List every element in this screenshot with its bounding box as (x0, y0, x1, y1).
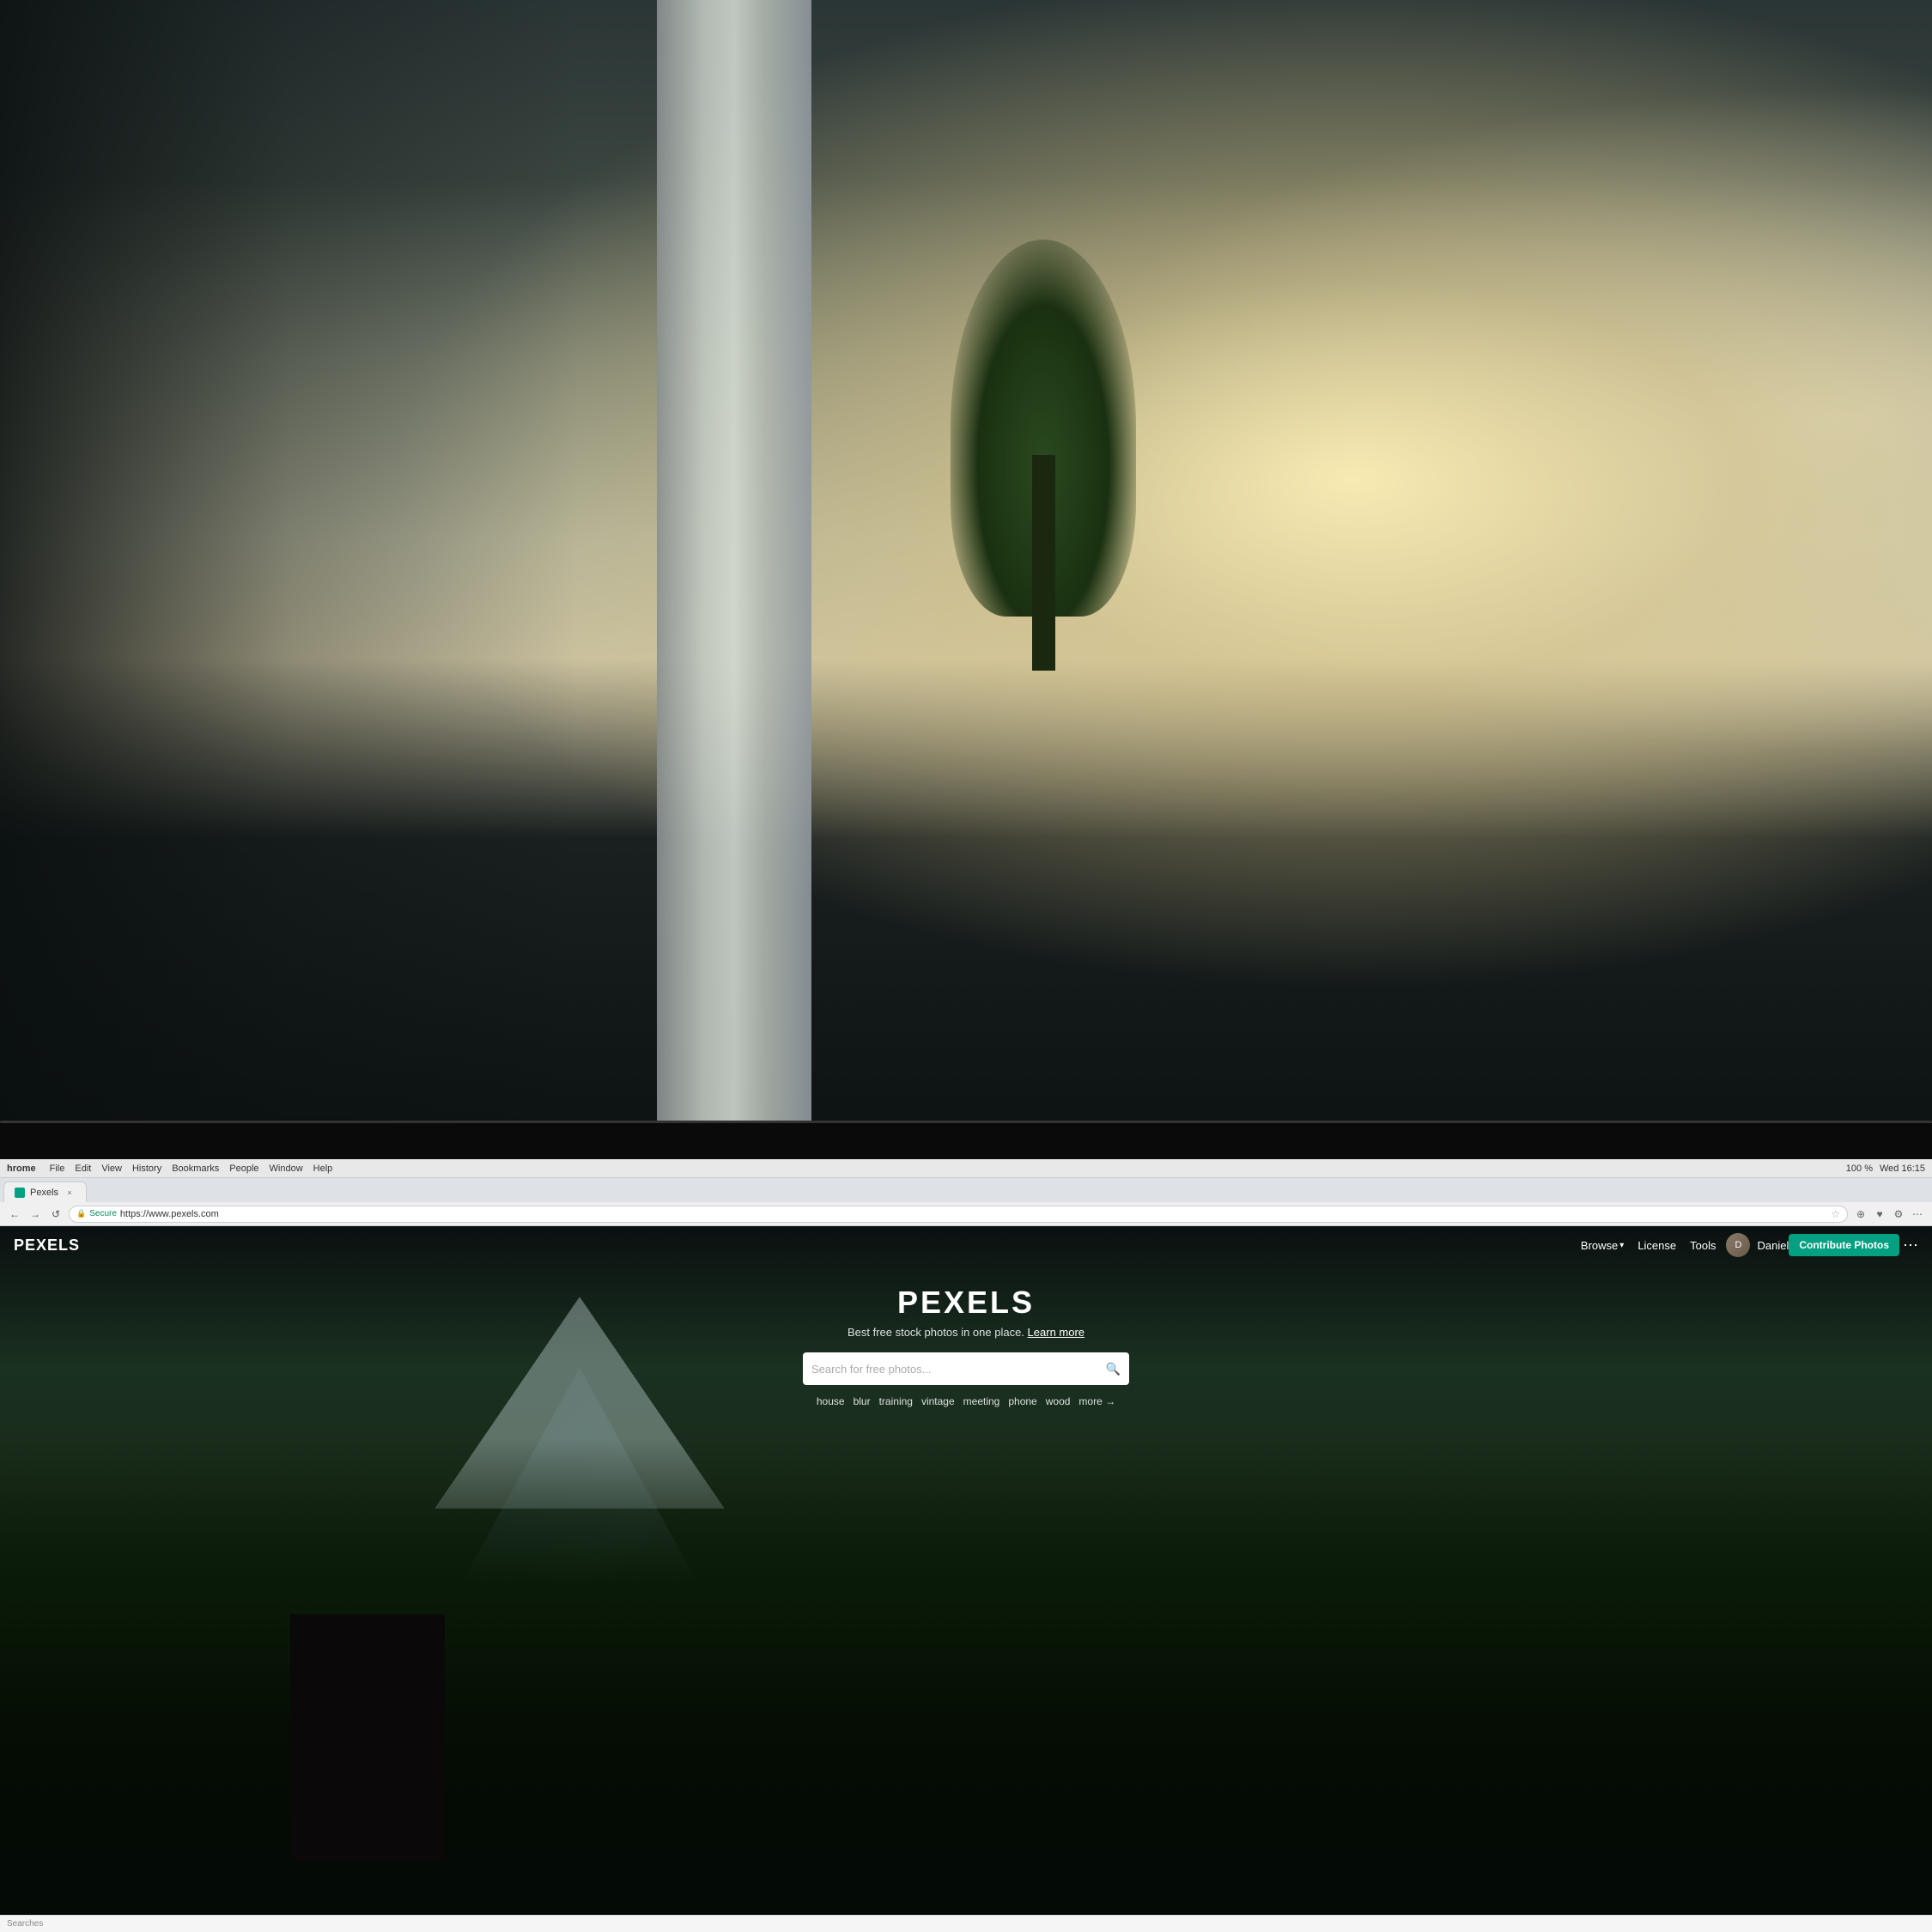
site-title: PEXELS (897, 1285, 1035, 1321)
bottom-status-bar: Searches (0, 1915, 1932, 1932)
extension-icon-1[interactable]: ⊕ (1853, 1206, 1868, 1222)
bookmark-star-icon[interactable]: ☆ (1831, 1208, 1840, 1220)
suggestion-training[interactable]: training (879, 1395, 913, 1407)
menu-window[interactable]: Window (270, 1163, 303, 1174)
tagline-text: Best free stock photos in one place. (848, 1326, 1024, 1339)
avatar-initials: D (1735, 1240, 1742, 1250)
nav-links: Browse ▾ License Tools (1581, 1239, 1716, 1252)
time-display: Wed 16:15 (1880, 1163, 1925, 1174)
site-tagline: Best free stock photos in one place. Lea… (848, 1326, 1084, 1339)
background-photo (0, 0, 1932, 1198)
browser-window: hrome File Edit View History Bookmarks P… (0, 1159, 1932, 1932)
refresh-button[interactable]: ↺ (48, 1206, 64, 1222)
search-icon[interactable]: 🔍 (1106, 1362, 1121, 1376)
person-silhouette (290, 1614, 445, 1862)
menu-history[interactable]: History (132, 1163, 161, 1174)
app-name: hrome (7, 1163, 36, 1174)
menu-help[interactable]: Help (313, 1163, 333, 1174)
tab-close-button[interactable]: × (64, 1187, 76, 1199)
office-pillar (657, 0, 811, 1198)
search-placeholder-text: Search for free photos... (811, 1363, 1099, 1376)
more-menu-icon[interactable]: ⋯ (1903, 1236, 1918, 1255)
menu-edit[interactable]: Edit (75, 1163, 91, 1174)
secure-label: Secure (89, 1209, 117, 1218)
suggestion-phone[interactable]: phone (1008, 1395, 1036, 1407)
back-button[interactable]: ← (7, 1206, 22, 1222)
menu-people[interactable]: People (229, 1163, 258, 1174)
nav-tools-link[interactable]: Tools (1690, 1239, 1716, 1252)
menu-view[interactable]: View (101, 1163, 122, 1174)
office-plant (927, 240, 1159, 779)
toolbar-icons: ⊕ ♥ ⚙ ⋯ (1853, 1206, 1925, 1222)
suggestion-wood[interactable]: wood (1046, 1395, 1071, 1407)
url-text: https://www.pexels.com (120, 1209, 219, 1219)
lock-icon: 🔒 (76, 1209, 86, 1218)
tab-title: Pexels (30, 1188, 58, 1198)
pexels-website: PEXELS Browse ▾ License Tools D Daniel C… (0, 1226, 1932, 1932)
search-bar[interactable]: Search for free photos... 🔍 (803, 1352, 1129, 1385)
forward-button[interactable]: → (27, 1206, 43, 1222)
suggestion-blur[interactable]: blur (854, 1395, 871, 1407)
nav-user-section: D Daniel (1726, 1233, 1789, 1257)
chrome-menu-bar: hrome File Edit View History Bookmarks P… (0, 1159, 1932, 1178)
suggestion-vintage[interactable]: vintage (921, 1395, 955, 1407)
hero-content: PEXELS Best free stock photos in one pla… (0, 1264, 1932, 1407)
nav-browse-link[interactable]: Browse ▾ (1581, 1239, 1624, 1252)
battery-status: 100 % (1846, 1163, 1873, 1174)
suggestion-house[interactable]: house (817, 1395, 845, 1407)
searches-label: Searches (7, 1919, 43, 1929)
pexels-logo[interactable]: PEXELS (14, 1236, 80, 1255)
search-suggestions: house blur training vintage meeting phon… (817, 1395, 1115, 1407)
status-bar-right: 100 % Wed 16:15 (1846, 1163, 1925, 1174)
extension-icon-3[interactable]: ⚙ (1891, 1206, 1906, 1222)
extension-icon-2[interactable]: ♥ (1872, 1206, 1887, 1222)
browse-chevron-icon: ▾ (1619, 1241, 1624, 1250)
learn-more-link[interactable]: Learn more (1028, 1326, 1084, 1339)
tab-favicon (15, 1188, 25, 1198)
pexels-navbar: PEXELS Browse ▾ License Tools D Daniel C… (0, 1226, 1932, 1264)
suggestion-more[interactable]: more → (1078, 1395, 1115, 1407)
plant-stem (1032, 455, 1055, 671)
browser-tab[interactable]: Pexels × (3, 1182, 87, 1202)
contribute-photos-button[interactable]: Contribute Photos (1789, 1234, 1899, 1256)
user-name-label[interactable]: Daniel (1757, 1239, 1789, 1252)
nav-license-link[interactable]: License (1637, 1239, 1676, 1252)
user-avatar[interactable]: D (1726, 1233, 1750, 1257)
url-bar[interactable]: 🔒 Secure https://www.pexels.com ☆ (69, 1206, 1848, 1223)
menu-items-container: File Edit View History Bookmarks People … (50, 1163, 1846, 1174)
menu-bookmarks[interactable]: Bookmarks (172, 1163, 219, 1174)
tab-bar: Pexels × (0, 1178, 1932, 1202)
overflow-menu-icon[interactable]: ⋯ (1910, 1206, 1925, 1222)
browse-label: Browse (1581, 1239, 1618, 1252)
address-bar: ← → ↺ 🔒 Secure https://www.pexels.com ☆ … (0, 1202, 1932, 1226)
suggestion-meeting[interactable]: meeting (963, 1395, 1000, 1407)
menu-file[interactable]: File (50, 1163, 65, 1174)
